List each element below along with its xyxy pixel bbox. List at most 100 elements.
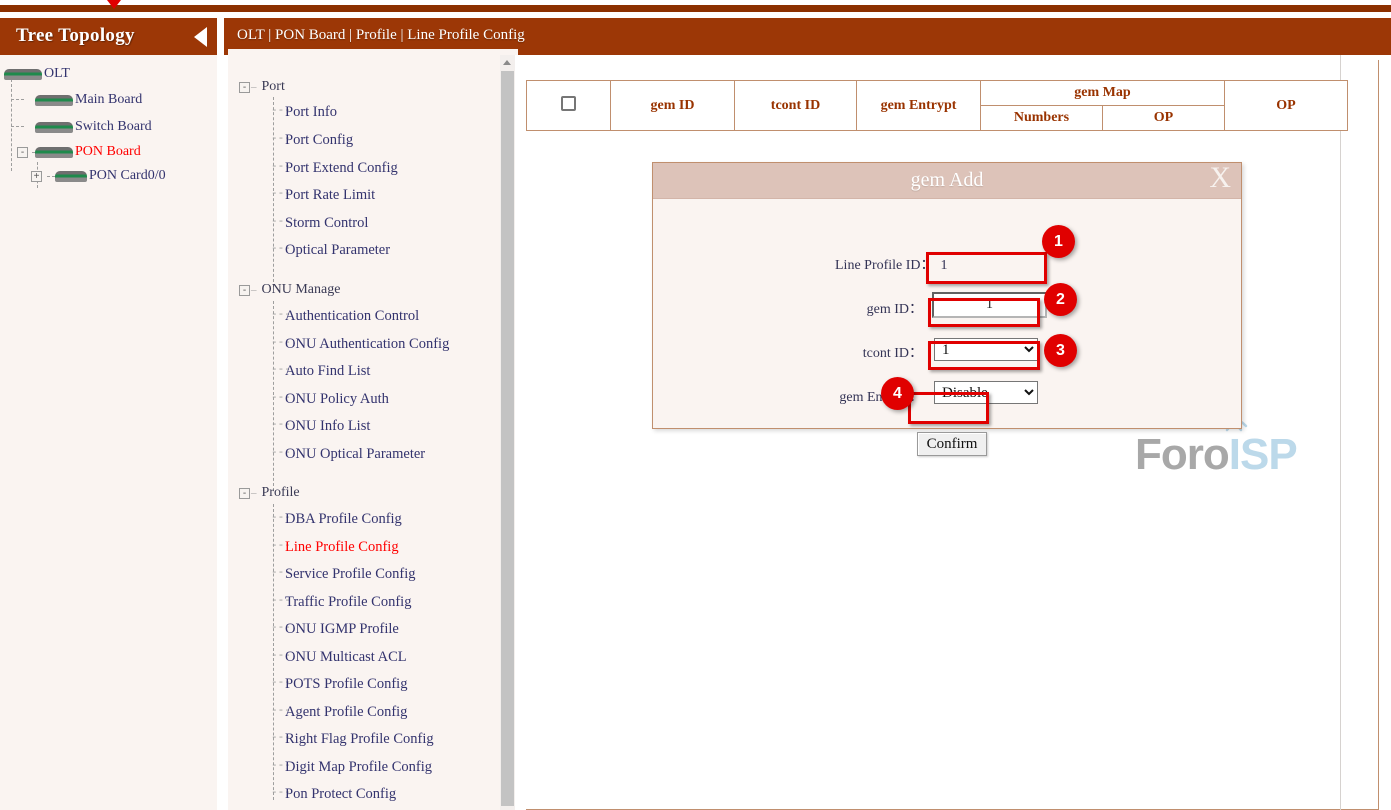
menu-group-label: Profile xyxy=(262,485,300,501)
annotation-badge-4: 4 xyxy=(881,377,914,410)
tree-expand-toggle-icon[interactable]: + xyxy=(31,171,42,182)
gem-add-dialog: gem Add X Line Profile ID：1 gem ID： tcon… xyxy=(652,162,1242,429)
annotation-badge-3: 3 xyxy=(1044,334,1077,367)
menu-item-right-flag-profile-config[interactable]: Right Flag Profile Config xyxy=(285,731,434,748)
menu-group-label: Port xyxy=(262,79,285,95)
table-header-tcont-id: tcont ID xyxy=(735,81,857,131)
gem-id-input[interactable] xyxy=(932,292,1047,318)
menu-item-optical-parameter[interactable]: Optical Parameter xyxy=(285,242,390,259)
menu-item-agent-profile-config[interactable]: Agent Profile Config xyxy=(285,704,407,721)
tree-topology-body: OLT Main Board Switch Board - PON Board xyxy=(0,55,217,810)
tree-node-pon-board[interactable]: - PON Board xyxy=(17,143,141,161)
tree-connector xyxy=(11,99,24,100)
tree-connector: – xyxy=(251,81,257,93)
table-header-gem-map-numbers: Numbers xyxy=(981,106,1103,131)
tree-connector: – xyxy=(251,284,257,296)
table-header-gem-id: gem ID xyxy=(611,81,735,131)
menu-item-port-info[interactable]: Port Info xyxy=(285,104,337,121)
menu-item-onu-info-list[interactable]: ONU Info List xyxy=(285,418,370,435)
group-collapse-toggle-icon[interactable]: - xyxy=(239,285,250,296)
tree-node-label: PON Board xyxy=(75,144,141,160)
menu-item-pon-protect-config[interactable]: Pon Protect Config xyxy=(285,786,396,803)
menu-scrollbar[interactable] xyxy=(500,55,515,810)
content-outer-divider xyxy=(1340,55,1341,810)
label-colon: ： xyxy=(909,346,923,361)
menu-item-pots-profile-config[interactable]: POTS Profile Config xyxy=(285,676,407,693)
device-icon xyxy=(4,69,42,80)
device-icon xyxy=(35,147,73,158)
page-title: Tree Topology xyxy=(16,25,135,47)
device-icon xyxy=(35,95,73,106)
gem-entrypt-select[interactable]: Disable xyxy=(934,381,1038,404)
tree-node-olt[interactable]: OLT xyxy=(4,65,70,83)
menu-group-profile[interactable]: - – Profile xyxy=(239,484,300,502)
menu-item-onu-multicast-acl[interactable]: ONU Multicast ACL xyxy=(285,649,407,666)
confirm-button[interactable]: Confirm xyxy=(917,432,987,456)
tree-node-pon-card[interactable]: + PON Card0/0 xyxy=(31,167,166,185)
tree-connector: – xyxy=(251,487,257,499)
tree-node-main-board[interactable]: Main Board xyxy=(35,91,142,109)
menu-item-port-extend-config[interactable]: Port Extend Config xyxy=(285,160,398,177)
label-colon: ： xyxy=(921,258,935,273)
menu-item-onu-optical-parameter[interactable]: ONU Optical Parameter xyxy=(285,446,425,463)
navigation-menu-panel: - – Port --- Port Info --- Port Config -… xyxy=(228,55,513,810)
gem-id-label-text: gem ID xyxy=(867,302,909,317)
tree-node-label: Main Board xyxy=(75,92,142,108)
menu-item-port-rate-limit[interactable]: Port Rate Limit xyxy=(285,187,375,204)
line-profile-id-label: Line Profile ID xyxy=(835,258,921,273)
dialog-title-bar: gem Add X xyxy=(653,163,1241,199)
tree-connector xyxy=(11,79,12,171)
annotation-badge-1: 1 xyxy=(1042,225,1075,258)
annotation-badge-2: 2 xyxy=(1044,283,1077,316)
table-header-row: gem ID tcont ID gem Entrypt gem Map OP xyxy=(527,81,1348,106)
tree-connector xyxy=(11,126,24,127)
scroll-marker-icon xyxy=(107,0,121,9)
menu-group-port[interactable]: - – Port xyxy=(239,78,285,96)
table-header-gem-map: gem Map xyxy=(981,81,1225,106)
device-icon xyxy=(55,171,87,182)
table-header-op: OP xyxy=(1225,81,1348,131)
menu-item-service-profile-config[interactable]: Service Profile Config xyxy=(285,566,415,583)
tree-topology-panel: Tree Topology OLT Main Board Switch B xyxy=(0,18,217,810)
line-profile-id-row: Line Profile ID：1 xyxy=(835,254,1241,274)
table-header-gem-entrypt: gem Entrypt xyxy=(857,81,981,131)
dialog-body: Line Profile ID：1 gem ID： tcont ID： 1 ge… xyxy=(653,199,1241,429)
group-collapse-toggle-icon[interactable]: - xyxy=(239,82,250,93)
menu-item-dba-profile-config[interactable]: DBA Profile Config xyxy=(285,511,402,528)
table-header-gem-map-op: OP xyxy=(1103,106,1225,131)
menu-item-port-config[interactable]: Port Config xyxy=(285,132,353,149)
menu-item-traffic-profile-config[interactable]: Traffic Profile Config xyxy=(285,594,411,611)
menu-item-onu-igmp-profile[interactable]: ONU IGMP Profile xyxy=(285,621,399,638)
scrollbar-thumb[interactable] xyxy=(501,71,514,806)
menu-group-onu-manage[interactable]: - – ONU Manage xyxy=(239,281,340,299)
menu-item-digit-map-profile-config[interactable]: Digit Map Profile Config xyxy=(285,759,432,776)
group-collapse-toggle-icon[interactable]: - xyxy=(239,488,250,499)
tree-node-switch-board[interactable]: Switch Board xyxy=(35,118,152,136)
tcont-id-label-text: tcont ID xyxy=(863,346,909,361)
tree-collapse-toggle-icon[interactable]: - xyxy=(17,147,28,158)
gem-table: gem ID tcont ID gem Entrypt gem Map OP N… xyxy=(526,80,1348,131)
menu-item-storm-control[interactable]: Storm Control xyxy=(285,215,368,232)
tcont-id-label: tcont ID： xyxy=(763,342,923,362)
tree-node-label: PON Card0/0 xyxy=(89,168,166,184)
menu-item-authentication-control[interactable]: Authentication Control xyxy=(285,308,419,325)
breadcrumb: OLT | PON Board | Profile | Line Profile… xyxy=(237,27,525,44)
device-icon xyxy=(35,122,73,133)
table-header-select-all xyxy=(527,81,611,131)
top-accent-strip xyxy=(0,5,1391,12)
select-all-checkbox[interactable] xyxy=(561,96,576,111)
menu-item-auto-find-list[interactable]: Auto Find List xyxy=(285,363,370,380)
tree-node-label: Switch Board xyxy=(75,119,152,135)
menu-item-onu-authentication-config[interactable]: ONU Authentication Config xyxy=(285,336,449,353)
tree-node-label: OLT xyxy=(44,66,70,82)
tcont-id-select[interactable]: 1 xyxy=(934,338,1038,361)
scroll-up-arrow-icon[interactable] xyxy=(500,55,515,70)
gem-id-label: gem ID： xyxy=(763,298,923,318)
dialog-title: gem Add xyxy=(653,169,1241,192)
label-colon: ： xyxy=(909,302,923,317)
menu-group-label: ONU Manage xyxy=(262,282,341,298)
close-icon[interactable]: X xyxy=(1209,161,1231,195)
menu-item-onu-policy-auth[interactable]: ONU Policy Auth xyxy=(285,391,389,408)
menu-item-line-profile-config[interactable]: Line Profile Config xyxy=(285,539,399,556)
triangle-left-icon[interactable] xyxy=(194,27,207,47)
